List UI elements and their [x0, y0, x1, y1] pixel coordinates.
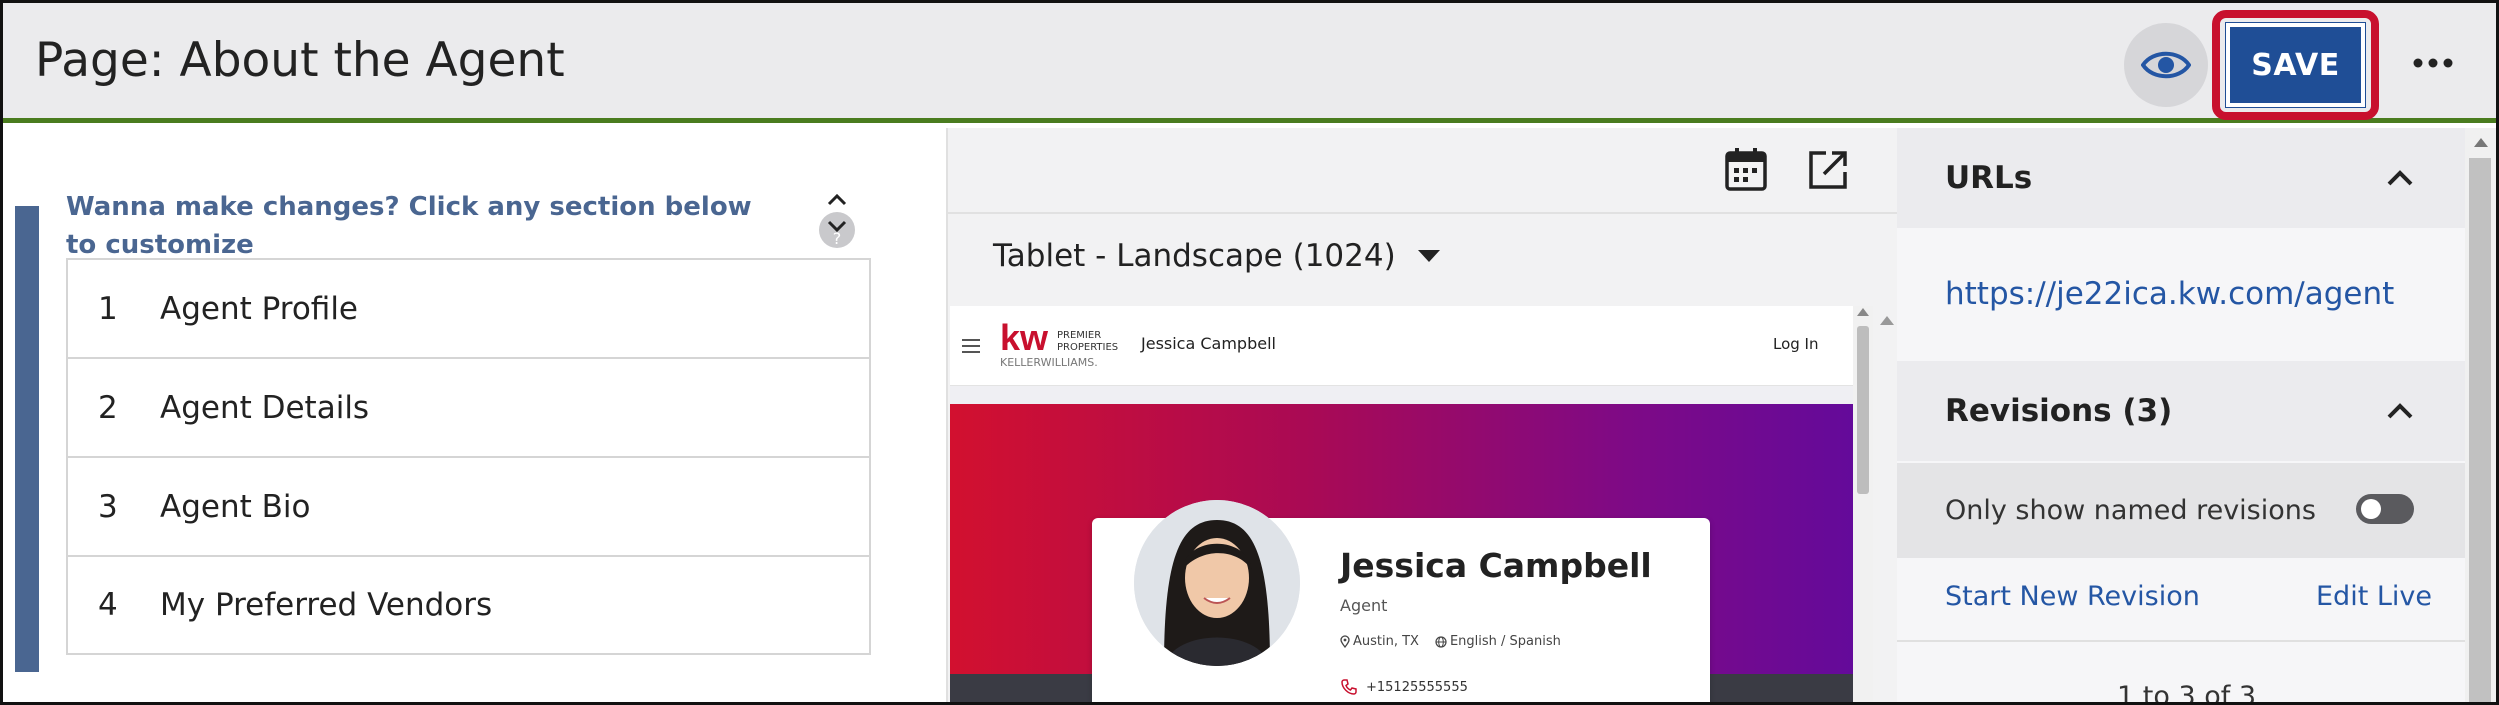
- calendar-icon[interactable]: [1724, 146, 1768, 192]
- agent-role: Agent: [1340, 596, 1388, 615]
- settings-scroll-thumb[interactable]: [2469, 158, 2491, 702]
- svg-text:?: ?: [833, 229, 842, 248]
- agent-url-link[interactable]: https://je22ica.kw.com/agent: [1945, 276, 2394, 312]
- agent-avatar: [1134, 500, 1300, 666]
- site-navbar: kw PREMIER PROPERTIES KELLERWILLIAMS. Je…: [950, 306, 1853, 386]
- chevron-up-icon: [2387, 403, 2413, 419]
- sections-list: 1 Agent Profile 2 Agent Details 3 Agent …: [66, 258, 871, 655]
- section-item-agent-bio[interactable]: 3 Agent Bio: [68, 458, 869, 557]
- preview-scroll-thumb[interactable]: [1857, 326, 1869, 494]
- scroll-up-arrow[interactable]: [2474, 138, 2488, 147]
- brand-subline: KELLERWILLIAMS.: [1000, 356, 1098, 369]
- named-revisions-toggle[interactable]: [2356, 494, 2414, 524]
- agent-meta: Austin, TX English / Spanish: [1340, 634, 1561, 649]
- sections-panel: Wanna make changes? Click any section be…: [3, 128, 946, 702]
- kw-logo-mark: kw: [1000, 320, 1049, 356]
- app-frame: Page: About the Agent SAVE Wanna make ch…: [0, 0, 2499, 705]
- site-preview: kw PREMIER PROPERTIES KELLERWILLIAMS. Je…: [950, 306, 1853, 702]
- section-label: Agent Bio: [160, 488, 311, 525]
- section-label: My Preferred Vendors: [160, 587, 493, 623]
- section-label: Agent Details: [160, 389, 370, 426]
- navbar-agent-name: Jessica Campbell: [1141, 334, 1276, 353]
- page-title: Page: About the Agent: [35, 33, 565, 88]
- section-item-agent-details[interactable]: 2 Agent Details: [68, 359, 869, 458]
- section-item-preferred-vendors[interactable]: 4 My Preferred Vendors: [68, 557, 869, 653]
- preview-panel: Tablet - Landscape (1024) kw PREMIER PRO…: [946, 128, 1899, 702]
- location-pin-icon: [1340, 635, 1350, 648]
- open-external-icon[interactable]: [1806, 148, 1850, 192]
- named-revisions-toggle-row: Only show named revisions: [1897, 463, 2465, 558]
- eye-icon: [2141, 51, 2191, 79]
- revisions-section-title: Revisions (3): [1945, 393, 2173, 429]
- collapse-help-control[interactable]: ?: [815, 188, 859, 258]
- save-button[interactable]: SAVE: [2225, 22, 2366, 108]
- pagination-label: 1 to 3 of 3: [2117, 681, 2256, 705]
- chevron-up-icon: [827, 193, 847, 206]
- device-label: Tablet - Landscape (1024): [993, 238, 1396, 274]
- svg-text:kw: kw: [1000, 320, 1049, 356]
- page-header: Page: About the Agent SAVE: [3, 3, 2496, 123]
- preview-button[interactable]: [2124, 23, 2208, 107]
- globe-icon: [1435, 635, 1447, 648]
- agent-location: Austin, TX: [1353, 634, 1419, 649]
- help-icon: ?: [819, 212, 855, 248]
- urls-section-title: URLs: [1945, 160, 2033, 196]
- more-options-button[interactable]: [2403, 33, 2463, 93]
- more-horizontal-icon: [2413, 58, 2453, 68]
- preview-scrollbar[interactable]: [1853, 306, 1873, 702]
- revisions-section-header[interactable]: Revisions (3): [1897, 361, 2465, 461]
- urls-section-header[interactable]: URLs: [1897, 128, 2465, 228]
- login-link[interactable]: Log In: [1773, 335, 1819, 353]
- edit-live-link[interactable]: Edit Live: [2316, 581, 2432, 612]
- section-number: 1: [98, 290, 118, 327]
- chevron-up-icon: [2387, 170, 2413, 186]
- start-new-revision-link[interactable]: Start New Revision: [1945, 581, 2200, 612]
- toggle-label: Only show named revisions: [1945, 495, 2316, 526]
- section-number: 2: [98, 389, 118, 426]
- section-number: 4: [98, 587, 118, 623]
- agent-card: Jessica Campbell Agent Austin, TX Englis…: [1092, 500, 1710, 702]
- agent-name: Jessica Campbell: [1340, 546, 1652, 585]
- settings-scrollbar[interactable]: [2465, 128, 2496, 702]
- section-number: 3: [98, 488, 118, 525]
- section-label: Agent Profile: [160, 290, 359, 327]
- navbar-shadow: [950, 386, 1853, 404]
- divider: [1897, 640, 2465, 642]
- brand-line-1: PREMIER: [1057, 330, 1102, 341]
- location-meta: Austin, TX: [1340, 634, 1419, 649]
- scroll-up-arrow[interactable]: [1857, 308, 1869, 316]
- device-selector[interactable]: Tablet - Landscape (1024): [993, 238, 1440, 274]
- settings-panel: URLs https://je22ica.kw.com/agent Revisi…: [1897, 128, 2496, 705]
- section-accent-bar: [15, 206, 39, 672]
- caret-down-icon: [1417, 250, 1440, 262]
- brand-line-2: PROPERTIES: [1057, 342, 1119, 353]
- agent-phone-number: +15125555555: [1366, 679, 1468, 695]
- agent-phone[interactable]: +15125555555: [1340, 678, 1468, 696]
- agent-languages: English / Spanish: [1449, 634, 1561, 649]
- instructions-text: Wanna make changes? Click any section be…: [66, 192, 752, 260]
- languages-meta: English / Spanish: [1435, 634, 1561, 649]
- hamburger-menu-icon[interactable]: [962, 339, 982, 353]
- agent-photo: [1134, 500, 1300, 666]
- section-item-agent-profile[interactable]: 1 Agent Profile: [68, 260, 869, 359]
- phone-icon: [1341, 679, 1357, 695]
- preview-toolbar: [948, 128, 1899, 214]
- scroll-up-arrow[interactable]: [1880, 316, 1894, 325]
- toggle-knob: [2361, 499, 2381, 519]
- outer-preview-scrollbar[interactable]: [1876, 306, 1896, 346]
